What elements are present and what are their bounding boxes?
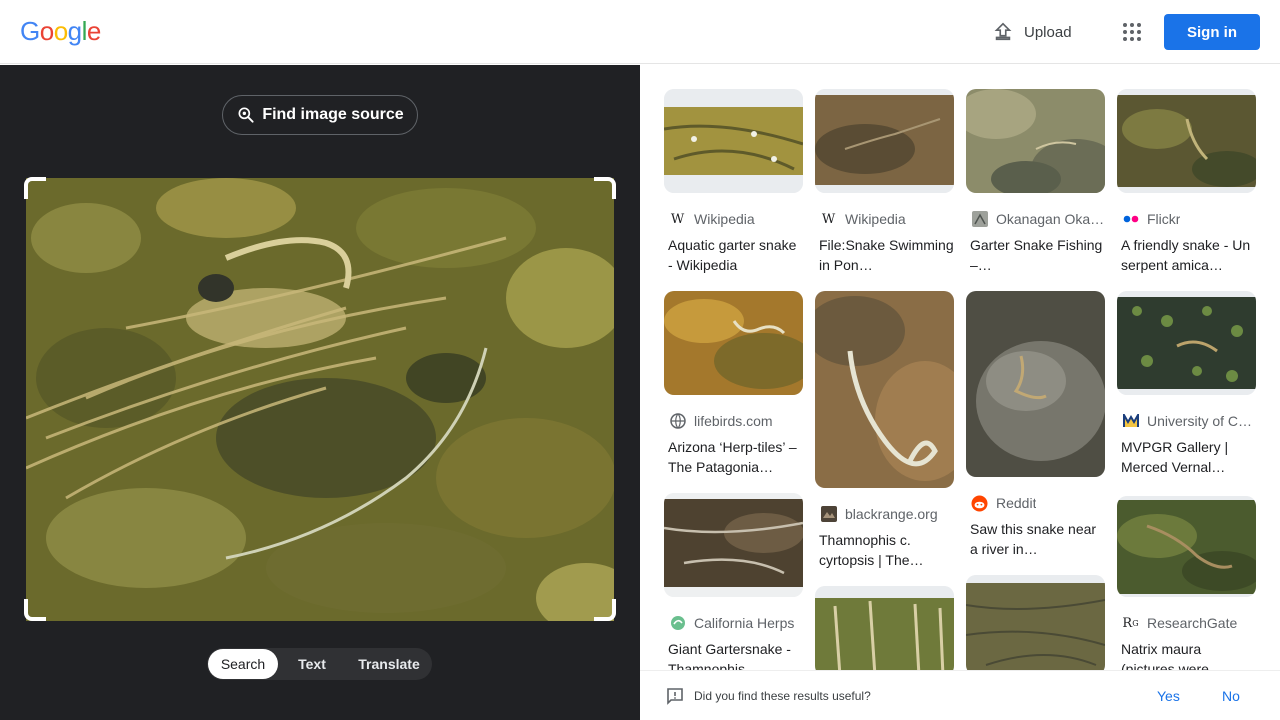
result-card[interactable]: California Herps Giant Gartersnake - Tha… xyxy=(664,493,803,670)
feedback-icon xyxy=(667,688,683,705)
researchgate-icon: RG xyxy=(1122,615,1139,631)
upload-icon xyxy=(994,22,1012,41)
header: Google Upload Sign in xyxy=(0,0,1280,64)
result-thumbnail[interactable] xyxy=(664,89,803,193)
wikipedia-icon: W xyxy=(821,211,836,227)
feedback-bar: Did you find these results useful? Yes N… xyxy=(640,670,1280,720)
result-title[interactable]: MVPGR Gallery | Merced Vernal… xyxy=(1117,437,1256,477)
feedback-no-button[interactable]: No xyxy=(1222,688,1240,704)
university-icon xyxy=(1122,413,1139,430)
result-thumbnail[interactable] xyxy=(815,586,954,670)
lens-search-icon xyxy=(238,107,254,123)
result-card[interactable]: Okanagan Oka… Garter Snake Fishing –… xyxy=(966,89,1105,275)
result-source-label: Flickr xyxy=(1147,211,1181,227)
result-title[interactable]: Saw this snake near a river in… xyxy=(966,519,1105,559)
wikipedia-icon: W xyxy=(670,211,685,227)
find-image-source-button[interactable]: Find image source xyxy=(222,95,418,135)
result-source-label: lifebirds.com xyxy=(694,413,773,429)
result-thumbnail[interactable] xyxy=(815,291,954,488)
result-card[interactable]: lifebirds.com Arizona ‘Herp-tiles’ – The… xyxy=(664,291,803,477)
result-card[interactable] xyxy=(815,586,954,670)
okanagan-icon xyxy=(971,211,988,228)
result-title[interactable]: Natrix maura (pictures were… xyxy=(1117,639,1256,670)
tab-translate[interactable]: Translate xyxy=(346,649,432,679)
result-title[interactable]: Thamnophis c. cyrtopsis | The… xyxy=(815,530,954,570)
result-card[interactable]: Reddit Saw this snake near a river in… xyxy=(966,291,1105,559)
result-title[interactable]: Aquatic garter snake - Wikipedia xyxy=(664,235,803,275)
result-card[interactable] xyxy=(966,575,1105,670)
result-source[interactable]: University of C… xyxy=(1117,411,1256,431)
result-source-label: blackrange.org xyxy=(845,506,938,522)
tab-text[interactable]: Text xyxy=(278,649,346,679)
result-source-label: University of C… xyxy=(1147,413,1253,429)
california-herps-icon xyxy=(669,615,686,632)
logo-letter: g xyxy=(67,16,82,46)
logo-letter: o xyxy=(53,16,68,46)
result-title[interactable]: Arizona ‘Herp-tiles’ – The Patagonia… xyxy=(664,437,803,477)
result-thumbnail[interactable] xyxy=(1117,89,1256,193)
result-card[interactable]: Flickr A friendly snake - Un serpent ami… xyxy=(1117,89,1256,275)
result-source-label: Reddit xyxy=(996,495,1037,511)
globe-icon xyxy=(669,413,686,430)
result-title[interactable]: A friendly snake - Un serpent amica… xyxy=(1117,235,1256,275)
upload-label: Upload xyxy=(1024,23,1072,41)
logo-letter: o xyxy=(39,16,54,46)
query-image[interactable] xyxy=(26,178,614,621)
result-source[interactable]: Reddit xyxy=(966,493,1105,513)
result-source-label: Wikipedia xyxy=(694,211,755,227)
result-thumbnail[interactable] xyxy=(966,291,1105,477)
result-source[interactable]: W Wikipedia xyxy=(815,209,954,229)
result-thumbnail[interactable] xyxy=(815,89,954,193)
find-source-label: Find image source xyxy=(262,106,404,123)
logo-letter: e xyxy=(86,16,101,46)
result-thumbnail[interactable] xyxy=(1117,496,1256,597)
result-card[interactable]: blackrange.org Thamnophis c. cyrtopsis |… xyxy=(815,291,954,570)
tab-search[interactable]: Search xyxy=(208,649,278,679)
result-thumbnail[interactable] xyxy=(664,493,803,597)
feedback-question: Did you find these results useful? xyxy=(694,689,871,703)
crop-handle-bottom-left[interactable] xyxy=(24,599,46,621)
google-logo[interactable]: Google xyxy=(20,16,101,47)
result-source[interactable]: RG ResearchGate xyxy=(1117,613,1256,633)
flickr-icon xyxy=(1122,211,1139,228)
result-title[interactable]: Giant Gartersnake - Thamnophis… xyxy=(664,639,803,670)
result-thumbnail[interactable] xyxy=(966,575,1105,670)
upload-button[interactable]: Upload xyxy=(992,18,1072,46)
results-grid: W Wikipedia Aquatic garter snake - Wikip… xyxy=(640,65,1280,670)
crop-handle-top-right[interactable] xyxy=(594,177,616,199)
logo-letter: G xyxy=(20,16,40,46)
result-thumbnail[interactable] xyxy=(664,291,803,395)
result-thumbnail[interactable] xyxy=(1117,291,1256,395)
result-source[interactable]: Flickr xyxy=(1117,209,1256,229)
result-thumbnail[interactable] xyxy=(966,89,1105,193)
blackrange-icon xyxy=(820,506,837,523)
result-card[interactable]: W Wikipedia Aquatic garter snake - Wikip… xyxy=(664,89,803,275)
result-title[interactable]: File:Snake Swimming in Pon… xyxy=(815,235,954,275)
result-source[interactable]: blackrange.org xyxy=(815,504,954,524)
result-card[interactable]: W Wikipedia File:Snake Swimming in Pon… xyxy=(815,89,954,275)
result-title[interactable]: Garter Snake Fishing –… xyxy=(966,235,1105,275)
result-source-label: ResearchGate xyxy=(1147,615,1238,631)
reddit-icon xyxy=(971,495,988,512)
sign-in-button[interactable]: Sign in xyxy=(1164,14,1260,50)
result-source-label: Wikipedia xyxy=(845,211,906,227)
result-card[interactable]: RG ResearchGate Natrix maura (pictures w… xyxy=(1117,496,1256,670)
crop-handle-top-left[interactable] xyxy=(24,177,46,199)
result-card[interactable]: University of C… MVPGR Gallery | Merced … xyxy=(1117,291,1256,477)
feedback-yes-button[interactable]: Yes xyxy=(1157,688,1180,704)
result-source-label: California Herps xyxy=(694,615,795,631)
crop-handle-bottom-right[interactable] xyxy=(594,599,616,621)
result-source[interactable]: W Wikipedia xyxy=(664,209,803,229)
query-pane: Find image source Search Text Translate xyxy=(0,65,640,720)
mode-tabs: Search Text Translate xyxy=(207,648,432,680)
apps-grid-icon[interactable] xyxy=(1120,20,1144,44)
result-source[interactable]: Okanagan Oka… xyxy=(966,209,1105,229)
result-source-label: Okanagan Oka… xyxy=(996,211,1105,227)
result-source[interactable]: lifebirds.com xyxy=(664,411,803,431)
result-source[interactable]: California Herps xyxy=(664,613,803,633)
